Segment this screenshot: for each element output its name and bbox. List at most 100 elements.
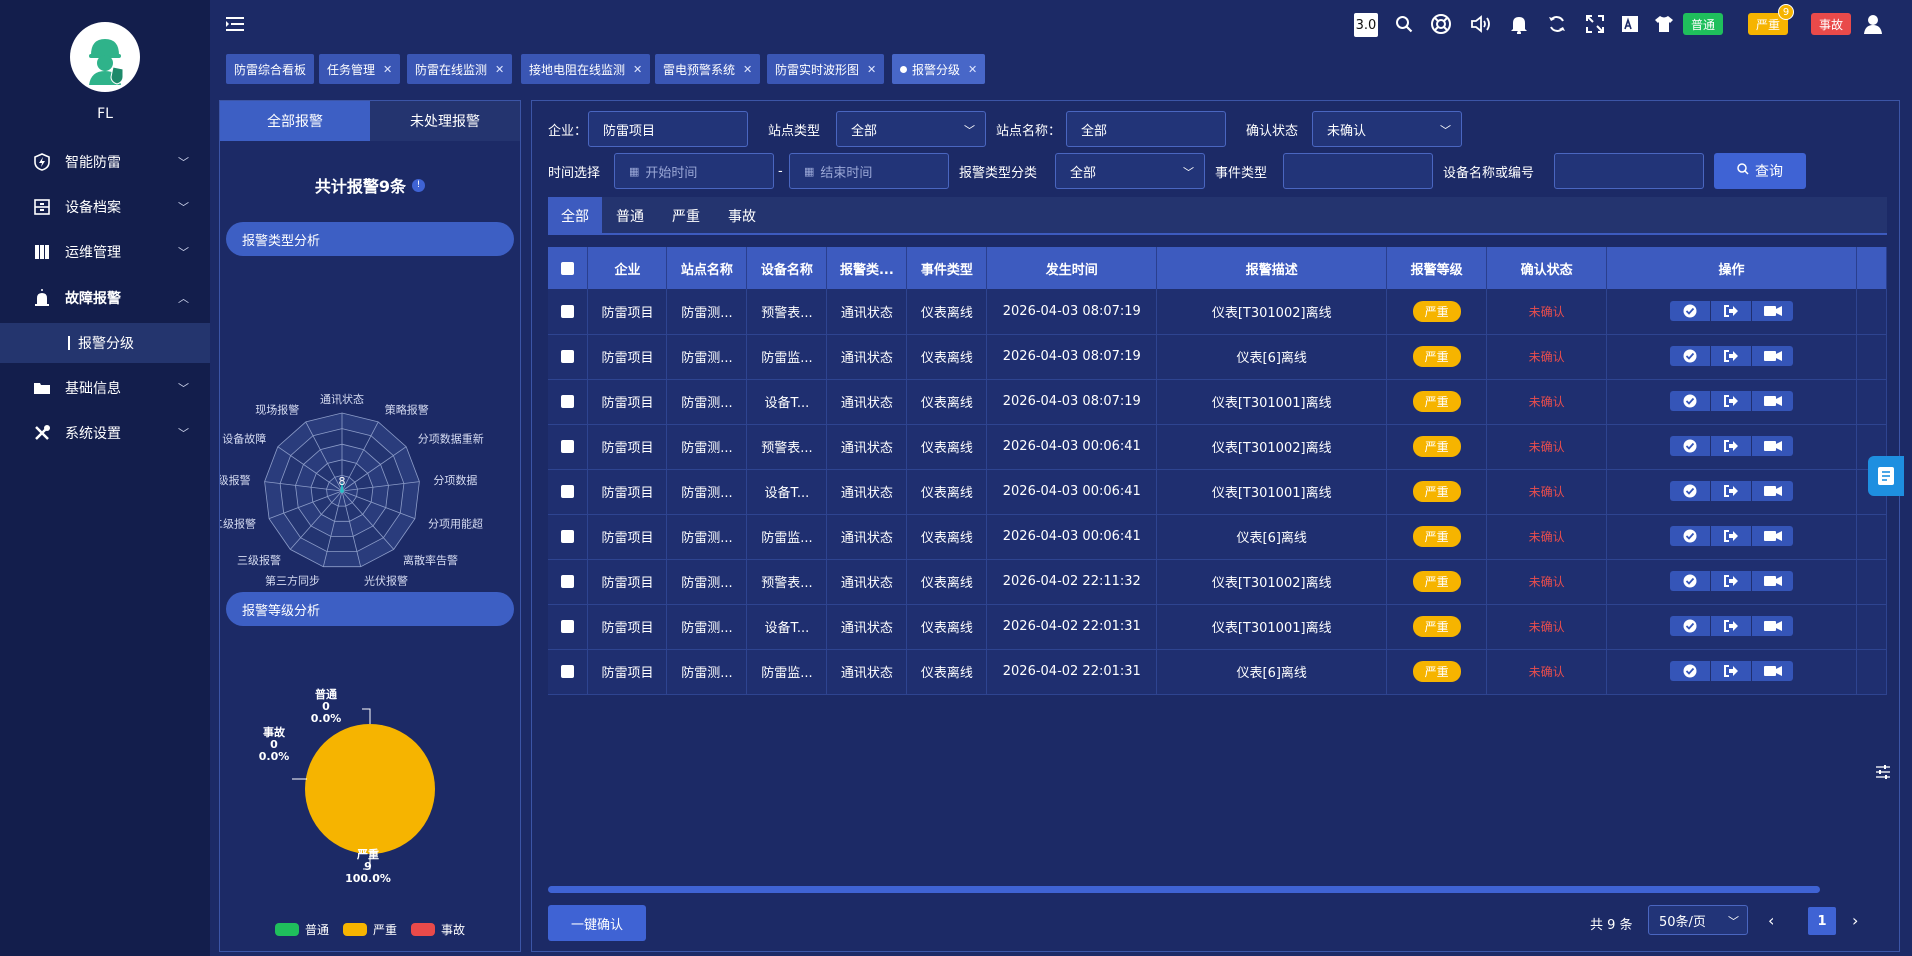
row-checkbox[interactable] bbox=[561, 485, 575, 498]
close-icon[interactable]: ✕ bbox=[968, 63, 977, 76]
row-checkbox[interactable] bbox=[561, 665, 575, 678]
info-icon[interactable]: ! bbox=[412, 178, 426, 192]
legend-normal[interactable]: 普通 bbox=[274, 921, 329, 938]
row-checkbox[interactable] bbox=[561, 350, 575, 363]
row-checkbox-cell[interactable] bbox=[548, 334, 589, 380]
site-type-select[interactable]: 全部 ﹀ bbox=[836, 111, 986, 147]
row-checkbox[interactable] bbox=[561, 530, 575, 543]
confirm-check-icon[interactable] bbox=[1670, 481, 1711, 501]
tab-task-management[interactable]: 任务管理 ✕ bbox=[319, 54, 401, 84]
video-camera-icon[interactable] bbox=[1752, 661, 1793, 681]
handle-export-icon[interactable] bbox=[1711, 526, 1752, 546]
theme-shirt-icon[interactable] bbox=[1653, 13, 1675, 35]
video-camera-icon[interactable] bbox=[1752, 616, 1793, 636]
row-checkbox-cell[interactable] bbox=[548, 424, 589, 470]
tab-alarm-level[interactable]: 报警分级 ✕ bbox=[892, 54, 986, 84]
confirm-check-icon[interactable] bbox=[1670, 661, 1711, 681]
normal-alarm-button[interactable]: 普通 bbox=[1683, 13, 1724, 35]
video-camera-icon[interactable] bbox=[1752, 571, 1793, 591]
close-icon[interactable]: ✕ bbox=[743, 63, 752, 76]
video-camera-icon[interactable] bbox=[1752, 481, 1793, 501]
confirm-check-icon[interactable] bbox=[1670, 526, 1711, 546]
confirm-check-icon[interactable] bbox=[1670, 300, 1711, 321]
row-checkbox[interactable] bbox=[561, 620, 575, 633]
close-icon[interactable]: ✕ bbox=[633, 63, 642, 76]
floating-notebook-icon[interactable] bbox=[1868, 456, 1904, 496]
event-type-input[interactable] bbox=[1283, 153, 1433, 189]
row-checkbox-cell[interactable] bbox=[548, 514, 589, 560]
header-checkbox[interactable] bbox=[548, 247, 589, 289]
page-size-select[interactable]: 50条/页 ﹀ bbox=[1648, 905, 1748, 935]
confirm-check-icon[interactable] bbox=[1670, 571, 1711, 591]
video-camera-icon[interactable] bbox=[1752, 346, 1793, 366]
row-checkbox[interactable] bbox=[561, 440, 575, 453]
confirm-all-button[interactable]: 一键确认 bbox=[548, 905, 646, 941]
confirm-check-icon[interactable] bbox=[1670, 436, 1711, 456]
close-icon[interactable]: ✕ bbox=[495, 63, 504, 76]
menu-fault-alarm[interactable]: 故障报警 ︿ bbox=[0, 276, 210, 320]
handle-export-icon[interactable] bbox=[1711, 481, 1752, 501]
menu-smart-lightning[interactable]: 智能防雷 ﹀ bbox=[0, 140, 210, 184]
tab-lightning-dashboard[interactable]: 防雷综合看板 bbox=[226, 54, 315, 84]
prev-page-icon[interactable]: ‹ bbox=[1768, 905, 1774, 935]
tab-all-alarms[interactable]: 全部报警 bbox=[220, 101, 370, 141]
company-input[interactable]: 防雷项目 bbox=[588, 111, 748, 147]
handle-export-icon[interactable] bbox=[1711, 571, 1752, 591]
handle-export-icon[interactable] bbox=[1711, 616, 1752, 636]
tab-lightning-warning[interactable]: 雷电预警系统 ✕ bbox=[655, 54, 761, 84]
legend-severe[interactable]: 严重 bbox=[342, 921, 397, 938]
row-checkbox[interactable] bbox=[561, 304, 575, 318]
tab-ground-resistance[interactable]: 接地电阻在线监测 ✕ bbox=[521, 54, 651, 84]
handle-export-icon[interactable] bbox=[1711, 391, 1752, 411]
close-icon[interactable]: ✕ bbox=[383, 63, 392, 76]
confirm-check-icon[interactable] bbox=[1670, 346, 1711, 366]
fullscreen-icon[interactable] bbox=[1584, 13, 1606, 35]
row-checkbox[interactable] bbox=[561, 575, 575, 588]
handle-export-icon[interactable] bbox=[1711, 346, 1752, 366]
row-checkbox-cell[interactable] bbox=[548, 379, 589, 425]
tab-realtime-waveform[interactable]: 防雷实时波形图 ✕ bbox=[767, 54, 885, 84]
handle-export-icon[interactable] bbox=[1711, 300, 1752, 321]
confirm-status-select[interactable]: 未确认 ﹀ bbox=[1312, 111, 1462, 147]
handle-export-icon[interactable] bbox=[1711, 436, 1752, 456]
version-badge[interactable]: 3.0 bbox=[1354, 13, 1378, 37]
menu-basic-info[interactable]: 基础信息 ﹀ bbox=[0, 366, 210, 410]
row-checkbox-cell[interactable] bbox=[548, 289, 589, 335]
video-camera-icon[interactable] bbox=[1752, 436, 1793, 456]
select-all-checkbox[interactable] bbox=[561, 261, 575, 275]
volume-icon[interactable] bbox=[1468, 13, 1494, 35]
page-number[interactable]: 1 bbox=[1808, 907, 1836, 935]
confirm-check-icon[interactable] bbox=[1670, 391, 1711, 411]
row-checkbox-cell[interactable] bbox=[548, 649, 589, 695]
subtab-normal[interactable]: 普通 bbox=[602, 197, 658, 235]
horizontal-scrollbar[interactable] bbox=[548, 886, 1820, 893]
tab-unhandled-alarms[interactable]: 未处理报警 bbox=[370, 101, 520, 141]
refresh-icon[interactable] bbox=[1546, 13, 1568, 35]
menu-system-settings[interactable]: 系统设置 ﹀ bbox=[0, 411, 210, 455]
tab-online-monitoring[interactable]: 防雷在线监测 ✕ bbox=[407, 54, 513, 84]
close-icon[interactable]: ✕ bbox=[867, 63, 876, 76]
video-camera-icon[interactable] bbox=[1752, 526, 1793, 546]
row-checkbox[interactable] bbox=[561, 395, 575, 408]
help-lifebuoy-icon[interactable] bbox=[1428, 13, 1454, 35]
bell-icon[interactable] bbox=[1508, 13, 1530, 35]
next-page-icon[interactable]: › bbox=[1852, 905, 1858, 935]
alarm-class-select[interactable]: 全部 ﹀ bbox=[1055, 153, 1205, 189]
settings-sliders-icon[interactable] bbox=[1875, 764, 1893, 782]
row-checkbox-cell[interactable] bbox=[548, 604, 589, 650]
submenu-alarm-level[interactable]: 报警分级 bbox=[0, 323, 210, 363]
video-camera-icon[interactable] bbox=[1752, 391, 1793, 411]
confirm-check-icon[interactable] bbox=[1670, 616, 1711, 636]
query-button[interactable]: 查询 bbox=[1714, 153, 1806, 189]
legend-accident[interactable]: 事故 bbox=[411, 921, 465, 938]
subtab-accident[interactable]: 事故 bbox=[714, 197, 770, 235]
menu-toggle-icon[interactable] bbox=[226, 16, 244, 32]
avatar[interactable] bbox=[70, 22, 140, 92]
end-time-input[interactable]: ▦ 结束时间 bbox=[789, 153, 949, 189]
row-checkbox-cell[interactable] bbox=[548, 559, 589, 605]
subtab-severe[interactable]: 严重 bbox=[658, 197, 714, 235]
subtab-all[interactable]: 全部 bbox=[548, 197, 602, 235]
search-icon[interactable] bbox=[1392, 13, 1416, 35]
menu-operations[interactable]: 运维管理 ﹀ bbox=[0, 230, 210, 274]
menu-device-archive[interactable]: 设备档案 ﹀ bbox=[0, 185, 210, 229]
